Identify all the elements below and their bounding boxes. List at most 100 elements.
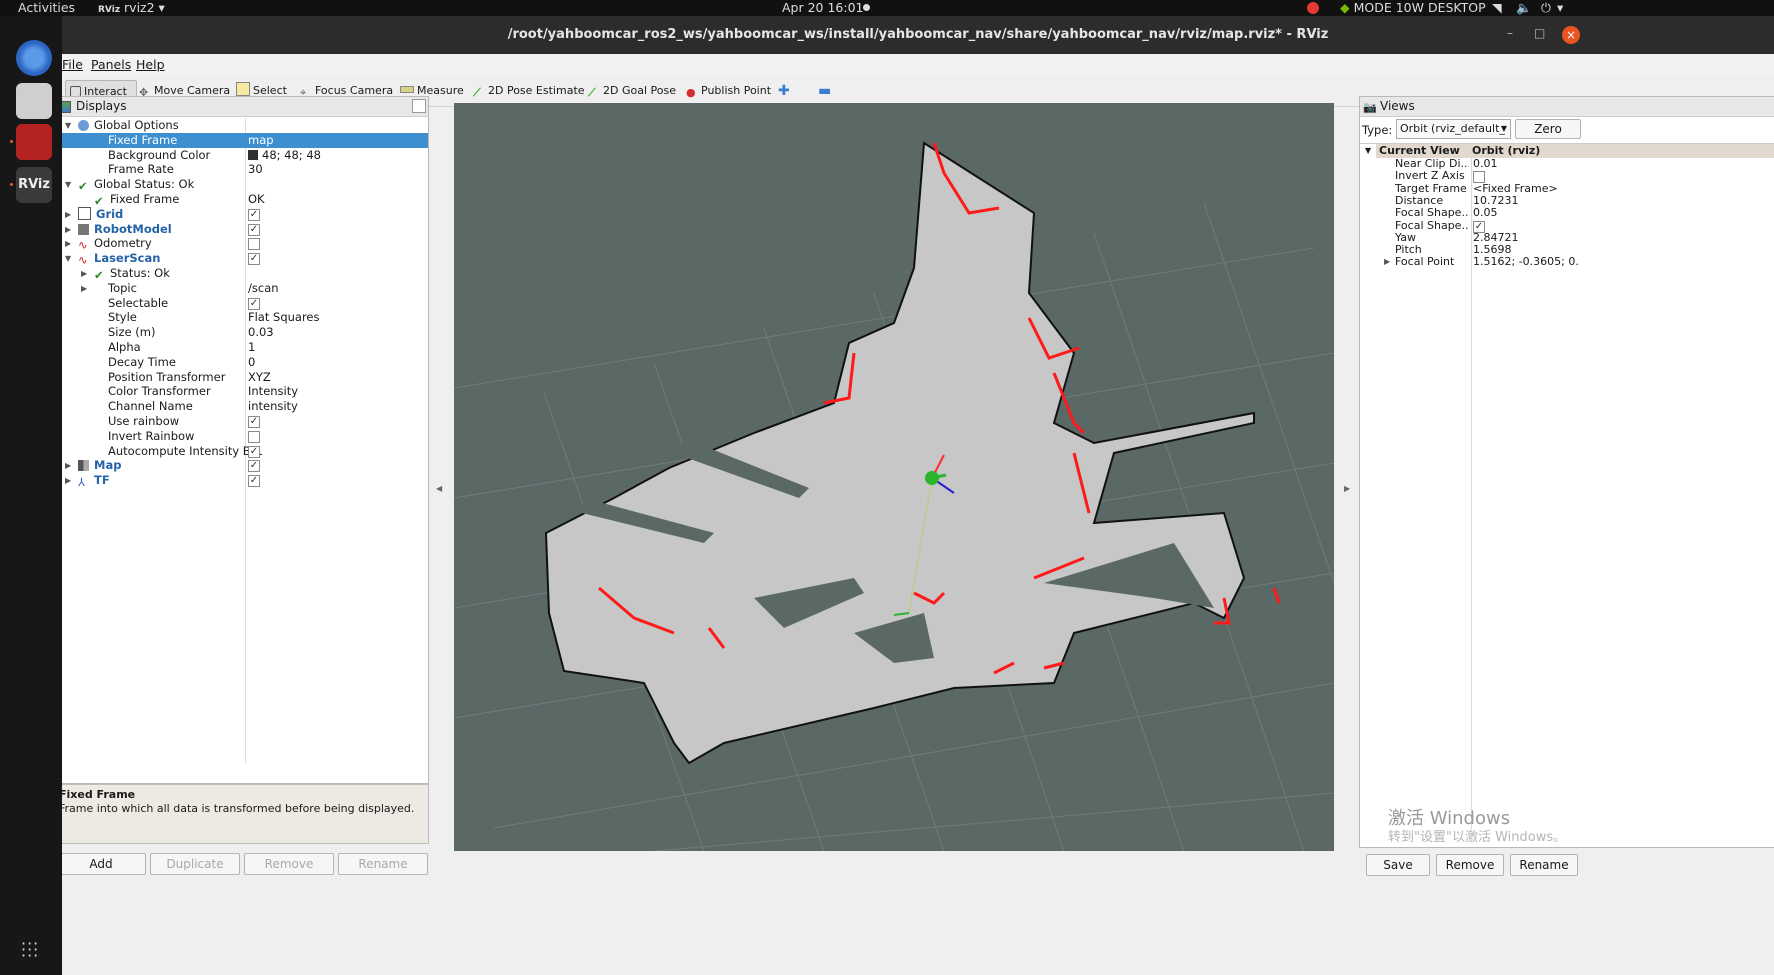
view-property-row[interactable]: ▶ Focal Point 1.5162; -0.3605; 0.	[1360, 256, 1774, 268]
view-property-row[interactable]: Focal Shape... 0.05	[1360, 207, 1774, 219]
close-icon[interactable]: ×	[1562, 26, 1580, 44]
display-row[interactable]: ✔ Fixed Frame OK	[62, 192, 428, 207]
view-property-value[interactable]: <Fixed Frame>	[1473, 182, 1558, 195]
collapse-arrow-icon[interactable]: ▼	[65, 177, 71, 192]
menu-panels[interactable]: Panels	[91, 57, 131, 72]
display-row-value[interactable]: intensity	[248, 399, 298, 414]
menu-help[interactable]: Help	[136, 57, 165, 72]
view-property-value[interactable]: 0.05	[1473, 207, 1498, 219]
display-row[interactable]: Decay Time 0	[62, 355, 428, 370]
expand-arrow-icon[interactable]: ▶	[65, 473, 71, 488]
display-row[interactable]: Position Transformer XYZ	[62, 370, 428, 385]
view-property-value[interactable]: 0.01	[1473, 158, 1498, 170]
app-grid-icon[interactable]: ··· ··· ···	[21, 936, 39, 964]
power-icon[interactable]: ⏻	[1541, 0, 1551, 16]
display-row-value[interactable]: map	[248, 133, 274, 148]
menu-file[interactable]: File	[62, 57, 83, 72]
display-row-value[interactable]: OK	[248, 192, 265, 207]
display-row-value[interactable]: 48; 48; 48	[248, 148, 321, 163]
display-row[interactable]: Alpha 1	[62, 340, 428, 355]
tool-2d-goal-pose[interactable]: ⟋ 2D Goal Pose	[584, 80, 680, 102]
display-row[interactable]: Selectable ✓	[62, 296, 428, 311]
display-row[interactable]: ▶ ⅄ TF ✓	[62, 473, 428, 488]
tool-2d-pose-estimate[interactable]: ⟋ 2D Pose Estimate	[469, 80, 589, 102]
display-row[interactable]: Autocompute Intensity Boun...✓	[62, 444, 428, 459]
add-display-button[interactable]: Add	[62, 853, 146, 875]
rviz-icon[interactable]: RViz	[16, 167, 52, 203]
expand-arrow-icon[interactable]: ▶	[65, 207, 71, 222]
collapse-arrow-icon[interactable]: ▼	[65, 118, 71, 133]
display-row[interactable]: Style Flat Squares	[62, 310, 428, 325]
view-property-value[interactable]: 1.5698	[1473, 244, 1512, 256]
current-view-row[interactable]: ▼ Current View Orbit (rviz)	[1365, 144, 1774, 158]
clock[interactable]: Apr 20 16:01	[782, 0, 864, 16]
expand-arrow-icon[interactable]: ▶	[1384, 256, 1390, 268]
display-row[interactable]: Invert Rainbow	[62, 429, 428, 444]
system-menu-chevron-icon[interactable]: ▾	[1557, 0, 1563, 16]
display-row[interactable]: ▶ Map ✓	[62, 458, 428, 473]
view-property-row[interactable]: Distance 10.7231	[1360, 194, 1774, 207]
display-row[interactable]: ▶ Grid ✓	[62, 206, 428, 222]
view-property-row[interactable]: Invert Z Axis	[1360, 170, 1774, 184]
do-not-disturb-icon[interactable]	[1307, 2, 1319, 14]
views-remove-button[interactable]: Remove	[1436, 854, 1504, 876]
view-property-value[interactable]: 1.5162; -0.3605; 0.	[1473, 256, 1579, 268]
tool-publish-point[interactable]: ● Publish Point	[682, 80, 775, 102]
views-save-button[interactable]: Save	[1366, 854, 1430, 876]
display-row[interactable]: Fixed Frame map	[62, 132, 428, 148]
expand-arrow-icon[interactable]: ▶	[81, 266, 87, 281]
right-splitter-handle-icon[interactable]: ▶	[1344, 484, 1350, 493]
display-row[interactable]: Channel Name intensity	[62, 399, 428, 414]
expand-arrow-icon[interactable]: ▶	[81, 281, 87, 296]
wifi-icon[interactable]: ◥	[1492, 0, 1502, 16]
maximize-icon[interactable]: □	[1534, 26, 1545, 40]
enable-checkbox[interactable]: ✓	[248, 460, 260, 473]
expand-arrow-icon[interactable]: ▶	[65, 458, 71, 473]
views-type-select[interactable]: Orbit (rviz_default_ ▼	[1396, 119, 1511, 139]
expand-arrow-icon[interactable]: ▶	[65, 222, 71, 237]
enable-checkbox[interactable]: ✓	[248, 475, 260, 488]
chromium-icon[interactable]	[16, 40, 52, 76]
enable-checkbox[interactable]	[248, 430, 260, 443]
enable-checkbox[interactable]: ✓	[248, 297, 260, 310]
view-property-value[interactable]: 10.7231	[1473, 194, 1519, 207]
display-row-value[interactable]: 1	[248, 340, 255, 355]
enable-checkbox[interactable]	[248, 238, 260, 251]
display-row[interactable]: Size (m) 0.03	[62, 325, 428, 340]
files-icon[interactable]	[16, 83, 52, 119]
display-row-value[interactable]: 0.03	[248, 325, 274, 340]
3d-viewport[interactable]	[454, 103, 1334, 851]
display-row-value[interactable]: /scan	[248, 281, 279, 296]
display-row[interactable]: ▶ ✔ Status: Ok	[62, 266, 428, 281]
add-tool-plus-icon[interactable]: ✚	[774, 80, 794, 102]
display-row[interactable]: ▶ Topic/scan	[62, 281, 428, 296]
view-property-row[interactable]: Target Frame <Fixed Frame>	[1360, 182, 1774, 195]
terminal-icon[interactable]	[16, 124, 52, 160]
display-row[interactable]: Color Transformer Intensity	[62, 384, 428, 399]
panel-undock-button[interactable]	[412, 99, 426, 113]
display-row-value[interactable]: XYZ	[248, 370, 271, 385]
views-zero-button[interactable]: Zero	[1515, 119, 1581, 139]
enable-checkbox[interactable]: ✓	[248, 208, 260, 221]
display-row-value[interactable]: Flat Squares	[248, 310, 320, 325]
display-row-value[interactable]: 0	[248, 355, 255, 370]
view-property-row[interactable]: Yaw 2.84721	[1360, 231, 1774, 244]
volume-icon[interactable]: 🔈	[1516, 0, 1532, 16]
view-property-row[interactable]: Focal Shape... ✓	[1360, 220, 1774, 233]
view-property-row[interactable]: Pitch 1.5698	[1360, 244, 1774, 256]
remove-display-button[interactable]: Remove	[244, 853, 334, 875]
left-splitter-handle-icon[interactable]: ◀	[436, 484, 442, 493]
display-row-value[interactable]: Intensity	[248, 384, 298, 399]
display-row[interactable]: ▶ RobotModel ✓	[62, 222, 428, 237]
map-render[interactable]	[454, 103, 1334, 851]
expand-arrow-icon[interactable]: ▶	[65, 236, 71, 251]
minimize-icon[interactable]: –	[1507, 26, 1513, 40]
display-row[interactable]: Frame Rate 30	[62, 162, 428, 177]
display-row[interactable]: ▼ ✔ Global Status: Ok	[62, 177, 428, 192]
collapse-arrow-icon[interactable]: ▼	[65, 251, 71, 266]
view-property-row[interactable]: Near Clip Di... 0.01	[1360, 158, 1774, 170]
rename-display-button[interactable]: Rename	[338, 853, 428, 875]
display-row[interactable]: Background Color 48; 48; 48	[62, 148, 428, 163]
display-row[interactable]: Use rainbow ✓	[62, 414, 428, 429]
remove-tool-minus-icon[interactable]: ▬	[814, 80, 835, 102]
